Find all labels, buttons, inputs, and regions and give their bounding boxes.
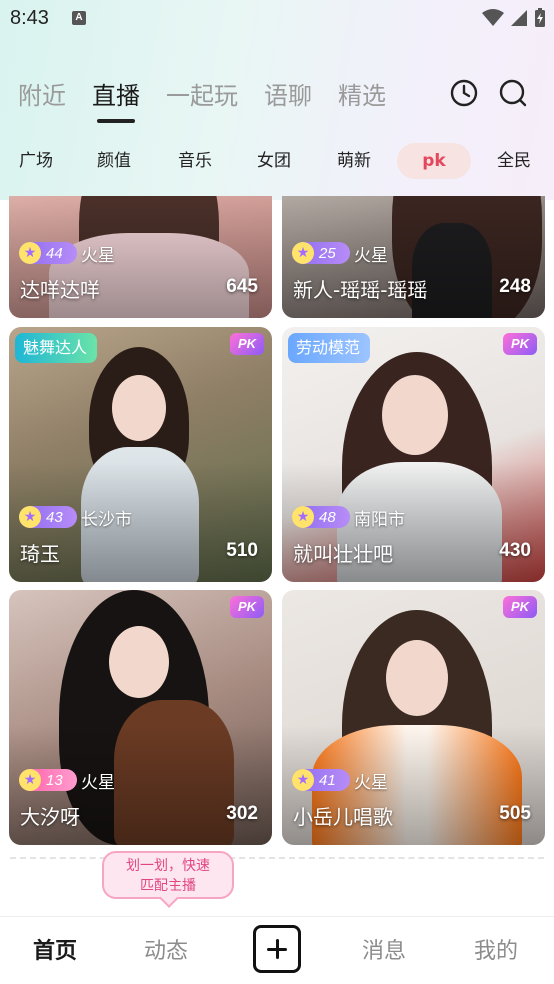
notification-icon: A: [72, 11, 86, 25]
swipe-tip-line1: 划一划，快速: [126, 858, 210, 874]
live-card[interactable]: PK ★ 41 火星 小岳儿唱歌 505: [282, 590, 545, 845]
divider: [10, 857, 544, 859]
status-icons: [482, 8, 546, 28]
create-button[interactable]: [253, 925, 301, 973]
anchor-name: 琦玉: [20, 542, 60, 566]
tab-play-together[interactable]: 一起玩: [166, 76, 238, 111]
nav-messages[interactable]: 消息: [362, 933, 406, 965]
anchor-location: 火星: [354, 773, 388, 793]
viewer-count: 645: [226, 276, 258, 297]
anchor-name: 小岳儿唱歌: [293, 805, 393, 829]
clock-icon: [450, 79, 478, 107]
nav-feed[interactable]: 动态: [144, 933, 188, 965]
tab-featured[interactable]: 精选: [338, 76, 386, 111]
viewer-count: 505: [499, 803, 531, 824]
category-all[interactable]: 全民: [494, 143, 534, 179]
anchor-location: 长沙市: [81, 510, 132, 530]
category-bar: 广场 颜值 音乐 女团 萌新 pk 全民: [0, 143, 554, 181]
anchor-name: 新人-瑶瑶-瑶瑶: [293, 278, 428, 302]
tag-banner: 劳动模范: [288, 333, 371, 363]
tag-banner: 魅舞达人: [15, 333, 98, 363]
live-card[interactable]: ★ 44 火星 达咩达咩 645: [9, 196, 272, 318]
anchor-name: 大汐呀: [20, 805, 80, 829]
category-square[interactable]: 广场: [16, 143, 56, 179]
level-badge: ★ 13: [19, 769, 77, 791]
star-icon: ★: [19, 506, 41, 528]
live-card[interactable]: 魅舞达人 PK ★ 43 长沙市 琦玉 510: [9, 327, 272, 582]
live-card[interactable]: 劳动模范 PK ★ 48 南阳市 就叫壮壮吧 430: [282, 327, 545, 582]
star-icon: ★: [292, 506, 314, 528]
live-room-grid: ★ 44 火星 达咩达咩 645 ★ 25 火星 新人-瑶瑶-瑶瑶 248 魅舞…: [0, 196, 554, 848]
anchor-location: 火星: [81, 773, 115, 793]
top-tabs: 附近 直播 一起玩 语聊 精选: [18, 76, 412, 111]
level-badge: ★ 44: [19, 242, 77, 264]
viewer-count: 430: [499, 540, 531, 561]
viewer-count: 248: [499, 276, 531, 297]
bottom-nav: 首页 动态 消息 我的: [0, 916, 554, 984]
viewer-count: 510: [226, 540, 258, 561]
star-icon: ★: [292, 769, 314, 791]
history-button[interactable]: [449, 78, 479, 108]
tab-voice-chat[interactable]: 语聊: [264, 76, 312, 111]
category-newbie[interactable]: 萌新: [334, 143, 374, 179]
level-badge: ★ 25: [292, 242, 350, 264]
anchor-location: 南阳市: [354, 510, 405, 530]
viewer-count: 302: [226, 803, 258, 824]
anchor-location: 火星: [354, 246, 388, 266]
tab-nearby[interactable]: 附近: [18, 76, 66, 111]
battery-icon: [535, 8, 545, 27]
level-badge: ★ 41: [292, 769, 350, 791]
signal-icon: [511, 10, 527, 26]
search-icon: [499, 79, 527, 107]
status-time: 8:43: [10, 7, 49, 29]
swipe-match-tooltip[interactable]: 划一划，快速 匹配主播: [102, 851, 234, 899]
star-icon: ★: [19, 242, 41, 264]
star-icon: ★: [292, 242, 314, 264]
live-card[interactable]: ★ 25 火星 新人-瑶瑶-瑶瑶 248: [282, 196, 545, 318]
pk-badge: PK: [503, 333, 537, 355]
pk-badge: PK: [230, 596, 264, 618]
star-icon: ★: [19, 769, 41, 791]
live-card[interactable]: PK ★ 13 火星 大汐呀 302: [9, 590, 272, 845]
category-looks[interactable]: 颜值: [94, 143, 134, 179]
anchor-name: 就叫壮壮吧: [293, 542, 393, 566]
level-badge: ★ 48: [292, 506, 350, 528]
nav-mine[interactable]: 我的: [474, 933, 518, 965]
anchor-location: 火星: [81, 246, 115, 266]
category-music[interactable]: 音乐: [175, 143, 215, 179]
level-badge: ★ 43: [19, 506, 77, 528]
wifi-icon: [482, 9, 504, 26]
status-bar: 8:43 A: [0, 0, 554, 38]
category-pk[interactable]: pk: [397, 143, 471, 179]
category-girl-group[interactable]: 女团: [254, 143, 294, 179]
pk-badge: PK: [503, 596, 537, 618]
swipe-tip-line2: 匹配主播: [140, 878, 196, 894]
tab-live[interactable]: 直播: [92, 76, 140, 111]
anchor-name: 达咩达咩: [20, 278, 100, 302]
search-button[interactable]: [498, 78, 528, 108]
pk-badge: PK: [230, 333, 264, 355]
nav-home[interactable]: 首页: [33, 933, 77, 965]
